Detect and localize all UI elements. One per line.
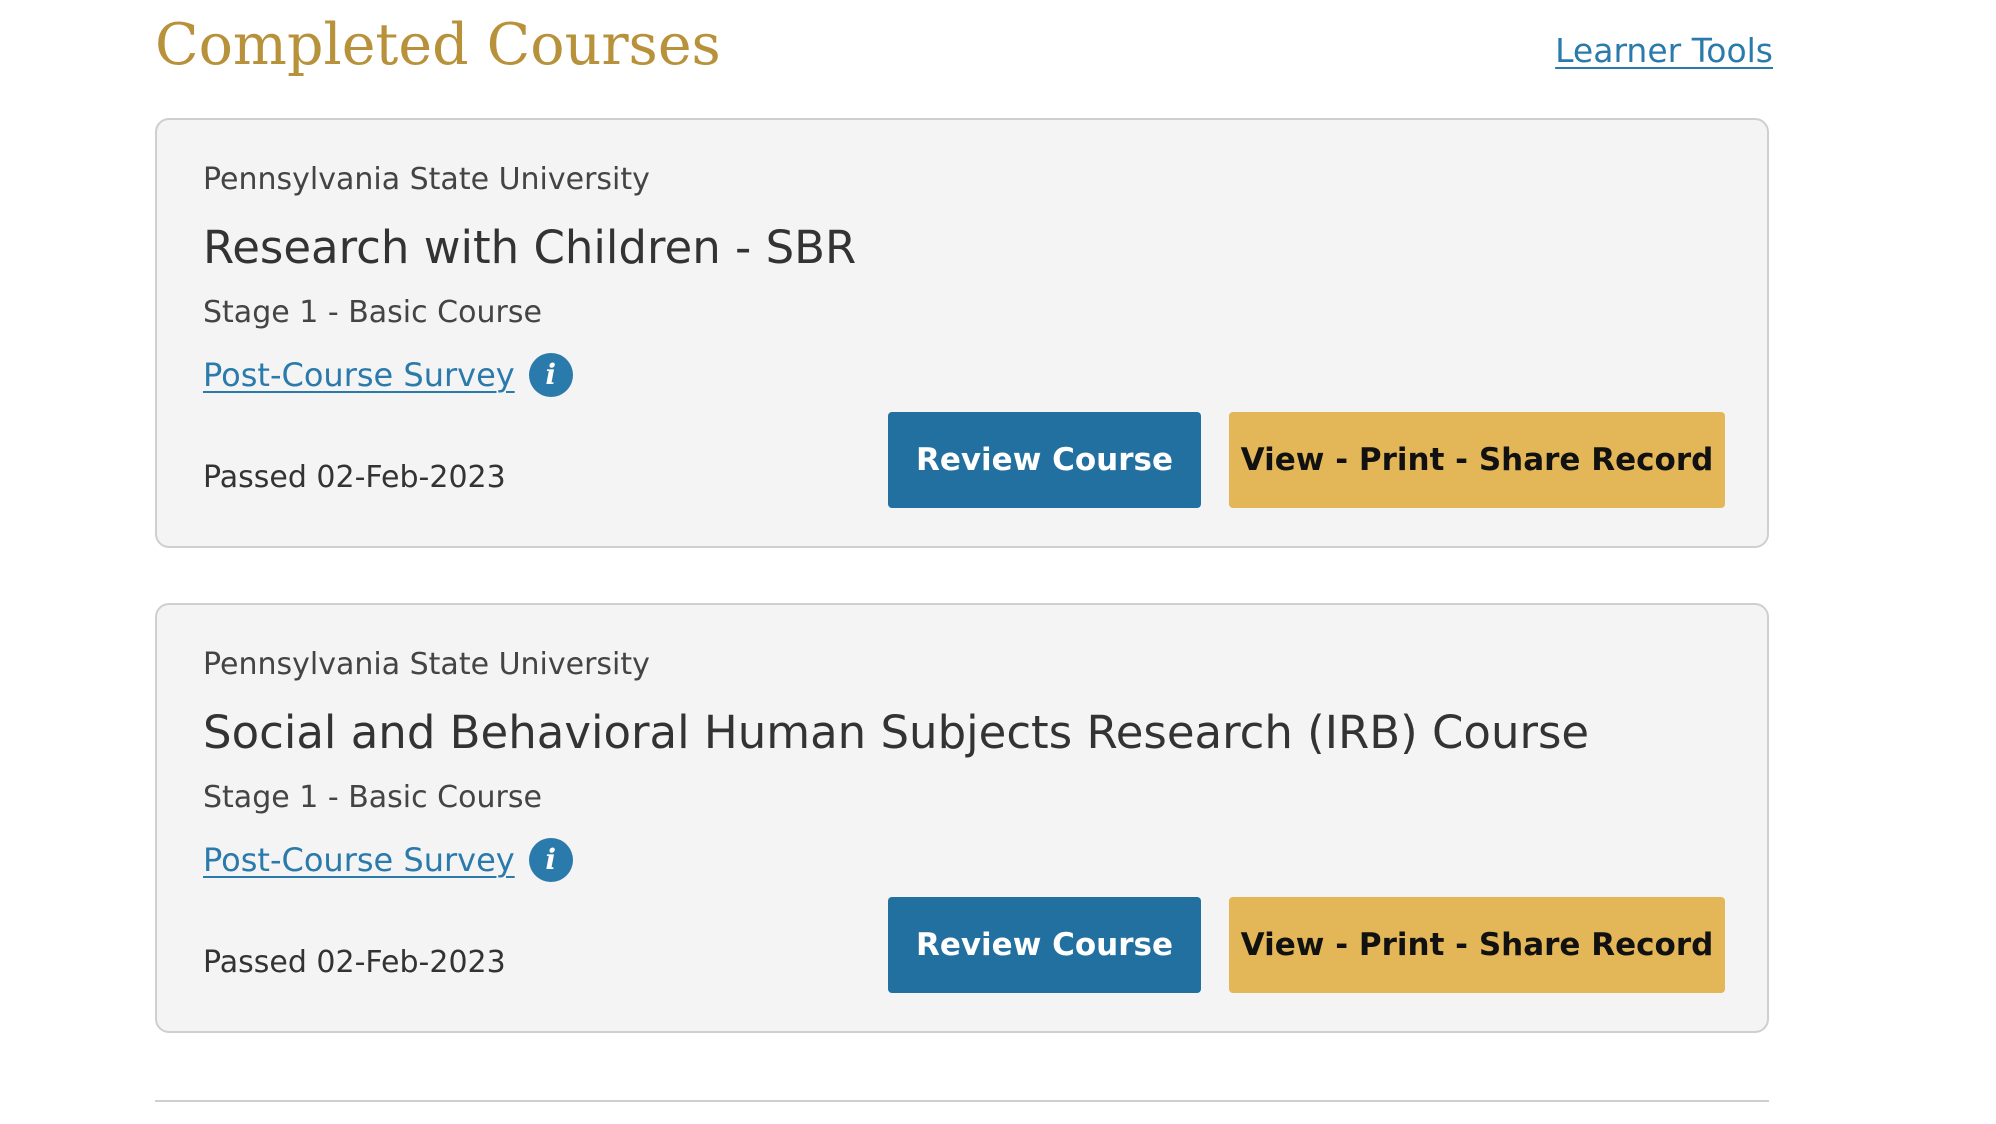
review-course-button[interactable]: Review Course: [888, 412, 1201, 508]
course-stage: Stage 1 - Basic Course: [203, 780, 542, 815]
post-course-survey-link[interactable]: Post-Course Survey: [203, 838, 515, 882]
page-title: Completed Courses: [155, 12, 721, 78]
survey-row: Post-Course Survey i: [203, 837, 573, 883]
view-print-share-record-button[interactable]: View - Print - Share Record: [1229, 897, 1725, 993]
info-icon-glyph: i: [545, 843, 557, 876]
course-title: Research with Children - SBR: [203, 221, 857, 274]
passed-date: Passed 02-Feb-2023: [203, 460, 506, 495]
learner-tools-link[interactable]: Learner Tools: [1555, 28, 1773, 74]
post-course-survey-link[interactable]: Post-Course Survey: [203, 353, 515, 397]
passed-date: Passed 02-Feb-2023: [203, 945, 506, 980]
info-icon[interactable]: i: [528, 353, 573, 397]
survey-row: Post-Course Survey i: [203, 352, 573, 398]
institution-name: Pennsylvania State University: [203, 162, 650, 197]
view-print-share-record-button[interactable]: View - Print - Share Record: [1229, 412, 1725, 508]
section-divider: [155, 1100, 1769, 1102]
course-card: Pennsylvania State University Research w…: [155, 118, 1769, 548]
info-icon-glyph: i: [545, 358, 557, 391]
course-card: Pennsylvania State University Social and…: [155, 603, 1769, 1033]
course-title: Social and Behavioral Human Subjects Res…: [203, 706, 1590, 759]
institution-name: Pennsylvania State University: [203, 647, 650, 682]
course-stage: Stage 1 - Basic Course: [203, 295, 542, 330]
review-course-button[interactable]: Review Course: [888, 897, 1201, 993]
info-icon[interactable]: i: [528, 838, 573, 882]
